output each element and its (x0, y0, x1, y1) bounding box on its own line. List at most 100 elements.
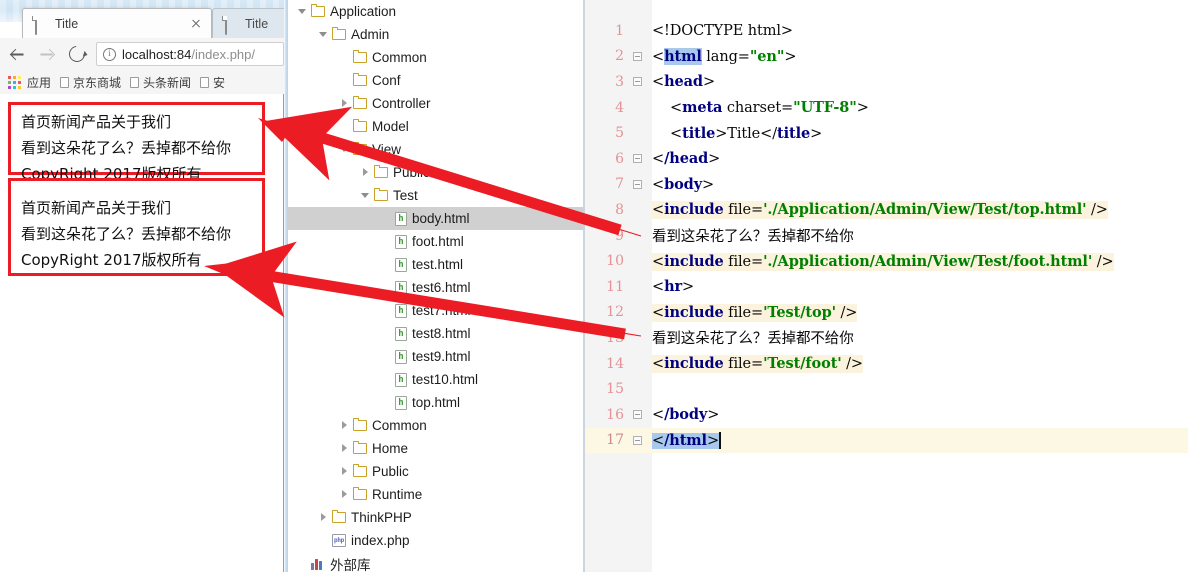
tree-item-test-html[interactable]: test.html (288, 253, 583, 276)
tree-item-common[interactable]: Common (288, 414, 583, 437)
code-line-5[interactable]: 5 <title>Title</title> (585, 120, 1188, 146)
tree-item-model[interactable]: Model (288, 115, 583, 138)
folder-icon (352, 440, 367, 454)
nav-link-news[interactable]: 新闻 (51, 113, 81, 131)
close-icon[interactable] (187, 15, 205, 33)
fold-marker[interactable] (631, 402, 645, 428)
chevron-down-icon[interactable] (360, 190, 371, 201)
tree-item-top-html[interactable]: top.html (288, 391, 583, 414)
chevron-right-icon[interactable] (339, 443, 350, 454)
tree-item-common[interactable]: Common (288, 46, 583, 69)
tree-item-body-html[interactable]: body.html (288, 207, 583, 230)
address-bar[interactable]: localhost:84/index.php/ (96, 42, 284, 66)
code-line-12[interactable]: 12 <include file='Test/top' /> (585, 300, 1188, 326)
tree-item-test9-html[interactable]: test9.html (288, 345, 583, 368)
tree-item-test7-html[interactable]: test7.html (288, 299, 583, 322)
browser-tab-2-title: Title (245, 16, 269, 31)
bookmark-apps[interactable]: 应用 (27, 74, 51, 91)
nav-link-about[interactable]: 关于我们 (111, 199, 171, 217)
browser-tab-1[interactable]: Title (22, 8, 212, 38)
chevron-right-icon[interactable] (360, 167, 371, 178)
tree-item-test6-html[interactable]: test6.html (288, 276, 583, 299)
code-text: <html lang="en"> (652, 47, 797, 65)
fold-marker[interactable] (631, 428, 645, 454)
fold-marker[interactable] (631, 69, 645, 95)
twist-spacer (381, 259, 392, 270)
code-line-17[interactable]: 17 </html> (585, 427, 1188, 454)
chevron-down-icon[interactable] (297, 6, 308, 17)
nav-link-product[interactable]: 产品 (81, 113, 111, 131)
nav-link-about[interactable]: 关于我们 (111, 113, 171, 131)
nav-link-home[interactable]: 首页 (21, 113, 51, 131)
chevron-down-icon[interactable] (339, 144, 350, 155)
fold-marker[interactable] (631, 172, 645, 198)
tree-item-test8-html[interactable]: test8.html (288, 322, 583, 345)
url-host: localhost:84 (122, 46, 192, 62)
tree-item-thinkphp[interactable]: ThinkPHP (288, 506, 583, 529)
chevron-down-icon[interactable] (318, 29, 329, 40)
line-number: 2 (615, 48, 624, 65)
bookmark-an[interactable]: 安 (200, 74, 225, 91)
bookmark-jd[interactable]: 京东商城 (60, 74, 121, 91)
chevron-right-icon[interactable] (339, 489, 350, 500)
tree-item-index-php[interactable]: index.php (288, 529, 583, 552)
fold-marker[interactable] (631, 44, 645, 70)
tree-item-test10-html[interactable]: test10.html (288, 368, 583, 391)
chevron-right-icon[interactable] (339, 420, 350, 431)
tree-item-conf[interactable]: Conf (288, 69, 583, 92)
bookmark-toutiao[interactable]: 头条新闻 (130, 74, 191, 91)
code-line-2[interactable]: 2 <html lang="en"> (585, 44, 1188, 70)
back-arrow-icon[interactable] (4, 41, 30, 67)
nav-link-news[interactable]: 新闻 (51, 199, 81, 217)
code-line-8[interactable]: 8 <include file='./Application/Admin/Vie… (585, 197, 1188, 223)
tree-item-runtime[interactable]: Runtime (288, 483, 583, 506)
code-line-9[interactable]: 9 看到这朵花了么？丢掉都不给你 (585, 223, 1188, 249)
tree-item-label: Model (372, 119, 409, 134)
browser-tab-2[interactable]: Title (212, 8, 284, 38)
tree-item-controller[interactable]: Controller (288, 92, 583, 115)
tree-item-admin[interactable]: Admin (288, 23, 583, 46)
tree-item-public[interactable]: Public (288, 460, 583, 483)
tree-item-外部库[interactable]: 外部库 (288, 552, 583, 572)
html-file-icon (395, 349, 407, 364)
code-line-14[interactable]: 14 <include file='Test/foot' /> (585, 351, 1188, 377)
code-line-13[interactable]: 13 看到这朵花了么？丢掉都不给你 (585, 325, 1188, 351)
code-editor: 1 <!DOCTYPE html> 2 <html lang="en"> 3 <… (585, 0, 1188, 572)
tree-item-label: ThinkPHP (351, 510, 412, 525)
apps-grid-icon[interactable] (8, 75, 21, 89)
tree-item-label: 外部库 (330, 557, 371, 572)
tree-item-application[interactable]: Application (288, 0, 583, 23)
chevron-right-icon[interactable] (318, 512, 329, 523)
tree-item-foot-html[interactable]: foot.html (288, 230, 583, 253)
code-line-4[interactable]: 4 <meta charset="UTF-8"> (585, 95, 1188, 121)
tree-item-home[interactable]: Home (288, 437, 583, 460)
nav-link-home[interactable]: 首页 (21, 199, 51, 217)
twist-spacer (339, 52, 350, 63)
tree-item-public[interactable]: Public (288, 161, 583, 184)
tree-item-label: test10.html (412, 372, 479, 387)
code-line-15[interactable]: 15 (585, 376, 1188, 402)
line-number: 15 (606, 381, 624, 398)
code-line-6[interactable]: 6 </head> (585, 146, 1188, 172)
code-line-10[interactable]: 10 <include file='./Application/Admin/Vi… (585, 248, 1188, 274)
tree-item-test[interactable]: Test (288, 184, 583, 207)
chevron-right-icon[interactable] (339, 98, 350, 109)
line-number: 7 (615, 176, 624, 193)
code-line-11[interactable]: 11 <hr> (585, 274, 1188, 300)
code-line-1[interactable]: 1 <!DOCTYPE html> (585, 18, 1188, 44)
chevron-right-icon[interactable] (339, 466, 350, 477)
fold-marker[interactable] (631, 146, 645, 172)
code-text: <hr> (652, 278, 695, 296)
code-line-3[interactable]: 3 <head> (585, 69, 1188, 95)
reload-icon[interactable] (64, 41, 90, 67)
line-number: 4 (615, 99, 624, 116)
folder-icon (331, 26, 346, 40)
line-number: 8 (615, 201, 624, 218)
info-icon[interactable] (103, 47, 116, 61)
tree-item-view[interactable]: View (288, 138, 583, 161)
tree-item-label: Public (372, 464, 409, 479)
nav-link-product[interactable]: 产品 (81, 199, 111, 217)
forward-arrow-icon[interactable] (34, 41, 60, 67)
code-line-7[interactable]: 7 <body> (585, 172, 1188, 198)
code-line-16[interactable]: 16 </body> (585, 402, 1188, 428)
